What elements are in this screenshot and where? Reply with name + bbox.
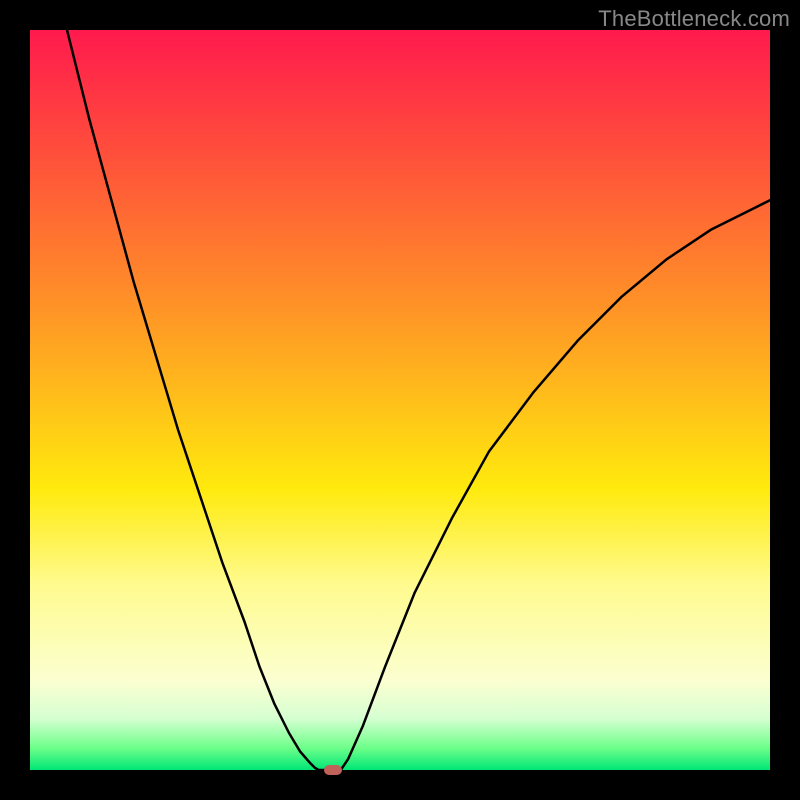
bottleneck-curve	[30, 30, 770, 770]
optimum-marker	[324, 765, 342, 775]
watermark-text: TheBottleneck.com	[598, 6, 790, 32]
chart-plot-area	[30, 30, 770, 770]
